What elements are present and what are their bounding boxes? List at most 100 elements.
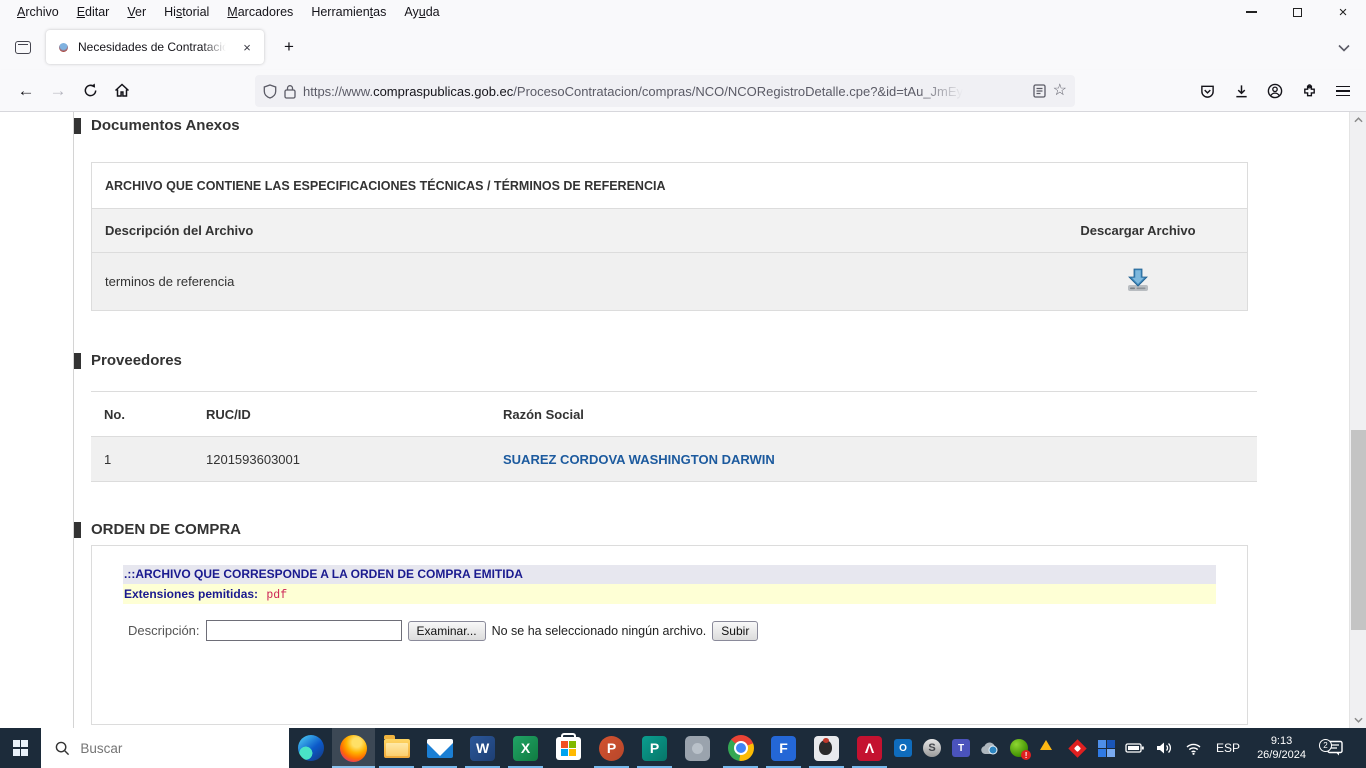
taskbar-app-microsoft-store[interactable] xyxy=(547,728,590,768)
menu-bar: Archivo Editar Ver Historial Marcadores Herra… xyxy=(0,0,1366,24)
heading-text: Proveedores xyxy=(91,352,182,369)
system-tray: OST ESP 9:13 26/9/2024 2 xyxy=(891,728,1366,768)
taskbar-app-excel[interactable]: X xyxy=(504,728,547,768)
examinar-button[interactable]: Examinar... xyxy=(407,620,486,641)
taskbar-clock[interactable]: 9:13 26/9/2024 xyxy=(1251,734,1312,762)
account-icon[interactable] xyxy=(1258,75,1292,107)
lock-icon xyxy=(284,84,296,99)
search-input[interactable] xyxy=(80,740,281,756)
taskbar-app-forticlient[interactable]: F xyxy=(762,728,805,768)
proveedor-razon-social-link[interactable]: SUAREZ CORDOVA WASHINGTON DARWIN xyxy=(503,452,775,467)
downloads-icon[interactable] xyxy=(1224,75,1258,107)
proveedores-header-row: No. RUC/ID Razón Social xyxy=(91,392,1257,437)
taskbar-app-java-app[interactable] xyxy=(805,728,848,768)
heading-marker xyxy=(74,117,81,134)
s-app-tray-icon[interactable]: S xyxy=(920,734,944,762)
taskbar-search[interactable] xyxy=(41,728,290,768)
descripcion-input[interactable] xyxy=(205,620,402,641)
defender-warning-tray-icon[interactable] xyxy=(1036,734,1060,762)
home-button[interactable] xyxy=(106,75,138,107)
taskbar-app-unknown-gray-app[interactable] xyxy=(676,728,719,768)
subir-button[interactable]: Subir xyxy=(712,620,759,641)
scroll-up-button[interactable] xyxy=(1350,112,1366,128)
close-icon: × xyxy=(1338,3,1348,21)
close-button[interactable]: × xyxy=(1320,0,1366,24)
acrobat-icon: Λ xyxy=(857,735,883,761)
action-center-button[interactable]: 2 xyxy=(1317,739,1353,756)
language-indicator[interactable]: ESP xyxy=(1210,741,1246,755)
section-heading-proveedores: Proveedores xyxy=(74,352,182,369)
cloud-tray-icon[interactable] xyxy=(978,734,1002,762)
reader-mode-icon[interactable] xyxy=(1033,84,1046,98)
documentos-table-header: Descripción del Archivo Descargar Archiv… xyxy=(92,209,1247,253)
orden-de-compra-box: .::ARCHIVO QUE CORRESPONDE A LA ORDEN DE… xyxy=(91,545,1248,725)
taskbar-app-word[interactable]: W xyxy=(461,728,504,768)
app-menu-button[interactable] xyxy=(1326,75,1360,107)
volume-tray-icon[interactable] xyxy=(1152,734,1176,762)
proveedor-no: 1 xyxy=(104,451,112,467)
firefox-view-button[interactable] xyxy=(8,32,38,62)
heading-text: Documentos Anexos xyxy=(91,117,240,134)
menu-ayuda[interactable]: Ayuda xyxy=(395,2,448,22)
list-all-tabs-button[interactable] xyxy=(1332,36,1356,60)
edge-icon xyxy=(297,735,324,761)
taskbar-app-file-explorer[interactable] xyxy=(375,728,418,768)
minimize-button[interactable] xyxy=(1228,0,1274,24)
url-bar[interactable]: https://www.compraspublicas.gob.ec/Proce… xyxy=(255,75,1075,107)
taskbar-app-chrome[interactable] xyxy=(719,728,762,768)
windows-taskbar: WX PP F Λ OST ESP 9:13 26/9/2024 2 xyxy=(0,728,1366,768)
red-diamond-tray-icon[interactable] xyxy=(1065,734,1089,762)
descripcion-label: Descripción: xyxy=(128,623,200,638)
firefox-view-icon xyxy=(15,40,31,54)
taskbar-app-firefox[interactable] xyxy=(332,728,376,768)
taskbar-app-acrobat[interactable]: Λ xyxy=(848,728,891,768)
start-button[interactable] xyxy=(0,728,41,768)
extensiones-strip: Extensiones pemitidas: pdf xyxy=(123,584,1216,604)
menu-editar[interactable]: Editar xyxy=(68,2,119,22)
restore-icon xyxy=(1292,3,1306,17)
taskbar-app-publisher[interactable]: P xyxy=(633,728,676,768)
extensions-icon[interactable] xyxy=(1292,75,1326,107)
documentos-table-row: terminos de referencia xyxy=(92,253,1247,310)
page-scrollbar[interactable] xyxy=(1349,112,1366,728)
chrome-icon xyxy=(727,735,754,761)
time: 9:13 xyxy=(1270,735,1293,747)
menu-marcadores[interactable]: Marcadores xyxy=(218,2,302,22)
back-button[interactable]: ← xyxy=(10,75,42,107)
download-file-icon[interactable] xyxy=(1123,267,1153,293)
taskbar-app-mail[interactable] xyxy=(418,728,461,768)
col-descripcion-archivo: Descripción del Archivo xyxy=(105,223,254,238)
page-content: Documentos Anexos ARCHIVO QUE CONTIENE L… xyxy=(0,112,1366,728)
restore-button[interactable] xyxy=(1274,0,1320,24)
scrollbar-thumb[interactable] xyxy=(1351,430,1366,630)
outlook-tray-icon[interactable]: O xyxy=(891,734,915,762)
reload-button[interactable] xyxy=(74,75,106,107)
wifi-tray-icon[interactable] xyxy=(1181,734,1205,762)
menu-archivo[interactable]: Archivo xyxy=(8,2,68,22)
date: 26/9/2024 xyxy=(1257,749,1306,761)
windows-logo-icon xyxy=(12,740,29,756)
taskbar-apps: WX PP F Λ xyxy=(289,728,891,768)
teams-tray-icon[interactable]: T xyxy=(949,734,973,762)
firefox-icon xyxy=(340,734,368,762)
menu-herramientas[interactable]: Herramientas xyxy=(302,2,395,22)
menu-historial[interactable]: Historial xyxy=(155,2,218,22)
battery-tray-icon[interactable] xyxy=(1123,734,1147,762)
site-favicon-icon xyxy=(56,40,71,55)
upload-form: Descripción: Examinar... No se ha selecc… xyxy=(128,620,759,641)
antivirus-alert-tray-icon[interactable] xyxy=(1007,734,1032,762)
blue-grid-tray-icon[interactable] xyxy=(1094,734,1118,762)
taskbar-app-edge[interactable] xyxy=(289,728,332,768)
hamburger-icon xyxy=(1336,85,1350,97)
active-tab[interactable]: Necesidades de Contratación y × xyxy=(46,30,264,64)
forward-button[interactable]: → xyxy=(42,75,74,107)
scroll-down-button[interactable] xyxy=(1350,712,1366,728)
extensiones-value: pdf xyxy=(266,589,288,602)
bookmark-star-icon[interactable]: ☆ xyxy=(1053,83,1067,99)
tab-close-button[interactable]: × xyxy=(236,36,258,58)
pocket-icon[interactable] xyxy=(1190,75,1224,107)
navigation-toolbar: ← → https://www.compraspublicas.gob.ec/P… xyxy=(0,70,1366,112)
menu-ver[interactable]: Ver xyxy=(118,2,155,22)
taskbar-app-powerpoint[interactable]: P xyxy=(590,728,633,768)
new-tab-button[interactable]: + xyxy=(274,32,304,62)
